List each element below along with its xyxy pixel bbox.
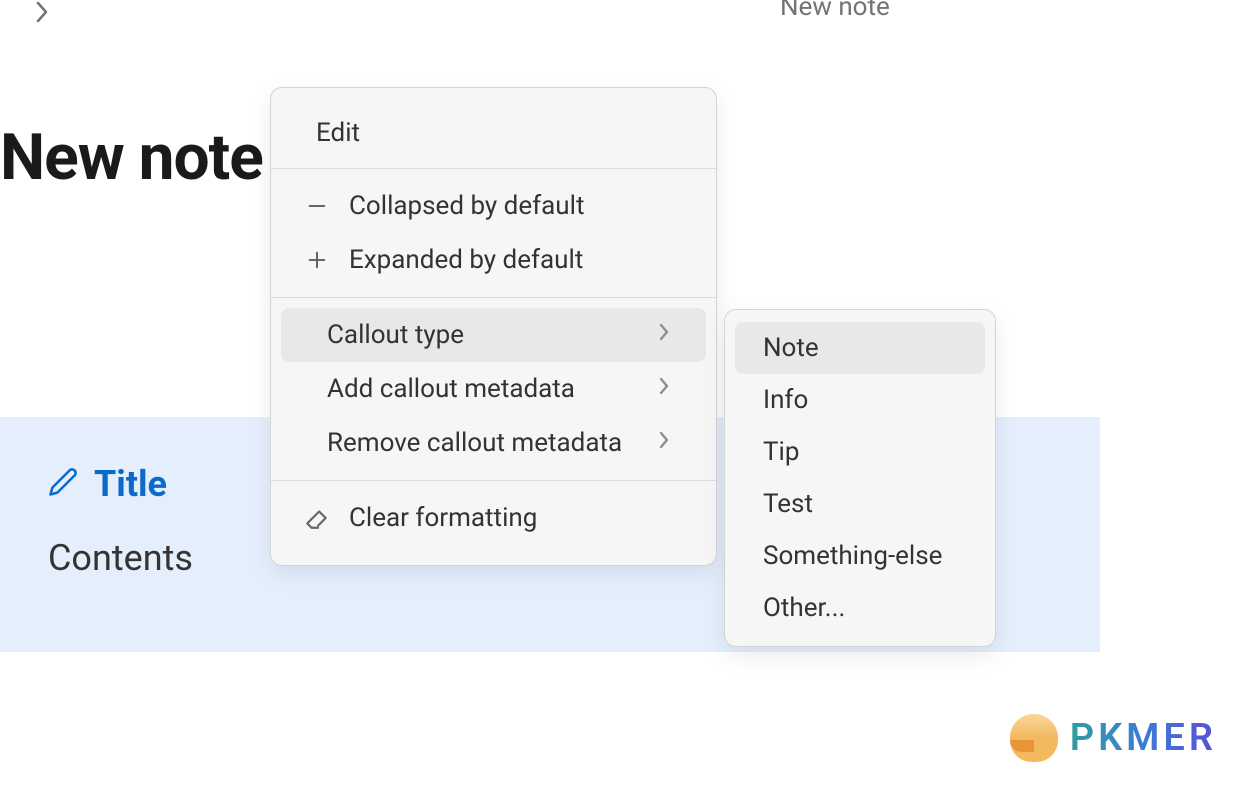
watermark: PKMER — [1010, 714, 1217, 762]
chevron-right-icon — [658, 430, 670, 456]
eraser-icon — [301, 505, 333, 531]
menu-item-label: Collapsed by default — [349, 191, 670, 221]
menu-item-label: Expanded by default — [349, 245, 670, 275]
menu-item-label: Callout type — [327, 320, 658, 350]
submenu-option-info[interactable]: Info — [735, 374, 985, 426]
pencil-icon — [48, 467, 78, 501]
context-menu: Edit Collapsed by default Expanded by de… — [270, 87, 717, 566]
menu-item-clear-formatting[interactable]: Clear formatting — [281, 491, 706, 545]
breadcrumb-chevron-icon[interactable] — [35, 0, 49, 31]
submenu-option-test[interactable]: Test — [735, 478, 985, 530]
chevron-right-icon — [658, 322, 670, 348]
chevron-right-icon — [658, 376, 670, 402]
menu-item-expanded[interactable]: Expanded by default — [281, 233, 706, 287]
note-title[interactable]: New note — [0, 120, 263, 195]
watermark-text: PKMER — [1070, 716, 1217, 760]
submenu-option-other[interactable]: Other... — [735, 582, 985, 634]
menu-item-remove-metadata[interactable]: Remove callout metadata — [281, 416, 706, 470]
menu-item-add-metadata[interactable]: Add callout metadata — [281, 362, 706, 416]
callout-title: Title — [94, 463, 167, 505]
menu-item-collapsed[interactable]: Collapsed by default — [281, 179, 706, 233]
tab-title: New note — [780, 0, 890, 22]
submenu-option-something-else[interactable]: Something-else — [735, 530, 985, 582]
menu-header: Edit — [271, 98, 716, 168]
menu-item-label: Remove callout metadata — [327, 428, 658, 458]
submenu-option-note[interactable]: Note — [735, 322, 985, 374]
plus-icon — [301, 249, 333, 271]
minus-icon — [301, 195, 333, 217]
menu-item-callout-type[interactable]: Callout type — [281, 308, 706, 362]
menu-item-label: Clear formatting — [349, 503, 670, 533]
callout-type-submenu: Note Info Tip Test Something-else Other.… — [724, 309, 996, 647]
submenu-option-tip[interactable]: Tip — [735, 426, 985, 478]
pkmer-logo-icon — [1010, 714, 1058, 762]
menu-item-label: Add callout metadata — [327, 374, 658, 404]
